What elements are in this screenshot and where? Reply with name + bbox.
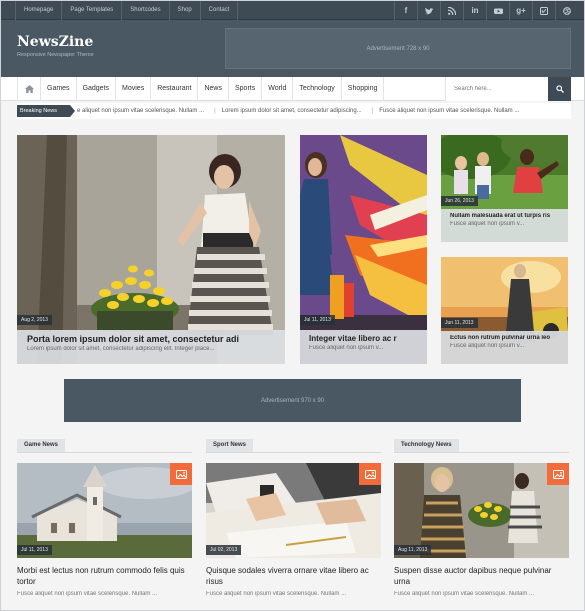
nav-item-shopping[interactable]: Shopping	[342, 77, 385, 101]
photo-icon	[359, 463, 381, 485]
ticker-separator: |	[214, 108, 216, 114]
top-link-contact[interactable]: Contact	[201, 1, 239, 20]
vimeo-icon[interactable]	[532, 1, 555, 20]
featured-right-bottom[interactable]: Jun 11, 2013 Ectus non rutrum pulvinar u…	[441, 257, 568, 364]
featured-right-bottom-title[interactable]: Ectus non rutrum pulvinar urna leo	[450, 335, 558, 341]
site-header: NewsZine Responsive Newspaper Theme Adve…	[1, 20, 584, 77]
featured-right-bottom-date: Jun 11, 2013	[441, 318, 478, 328]
section-label-sport-news[interactable]: Sport News	[206, 439, 254, 452]
sport-news-title[interactable]: Quisque sodales viverra ornare vitae lib…	[206, 565, 381, 587]
top-link-shop[interactable]: Shop	[170, 1, 201, 20]
top-bar: Homepage Page Templates Shortcodes Shop …	[1, 1, 584, 20]
twitter-icon[interactable]	[417, 1, 440, 20]
nav-item-gadgets[interactable]: Gadgets	[77, 77, 117, 101]
featured-middle-excerpt: Fusce aliquet non ipsum v...	[309, 345, 384, 351]
technology-news-date: Aug 11, 2013	[394, 545, 432, 555]
sport-news-date: Jul 02, 2013	[206, 545, 242, 555]
featured-right-top[interactable]: Jun 26, 2013 Nullam malesuada erat ut tu…	[441, 135, 568, 242]
facebook-icon[interactable]: f	[394, 1, 417, 20]
top-nav: Homepage Page Templates Shortcodes Shop …	[15, 1, 239, 20]
game-news-title[interactable]: Morbi est lectus non rutrum commodo feli…	[17, 565, 192, 587]
dribbble-icon[interactable]	[555, 1, 578, 20]
woman-flowers-photo	[394, 463, 569, 558]
top-link-homepage[interactable]: Homepage	[15, 1, 63, 20]
google-plus-icon[interactable]: g+	[509, 1, 532, 20]
section-label-technology-news[interactable]: Technology News	[394, 439, 459, 452]
breaking-news-label: Breaking News	[17, 105, 75, 117]
featured-right-top-title[interactable]: Nullam malesuada erat ut turpis ris	[450, 213, 558, 219]
rss-icon[interactable]	[440, 1, 463, 20]
search-icon	[555, 85, 564, 93]
home-icon[interactable]	[18, 77, 41, 101]
section-divider	[394, 452, 569, 453]
youtube-icon[interactable]	[486, 1, 509, 20]
ticker-separator: |	[371, 108, 374, 114]
breaking-news-ticker: e aliquet non ipsum vitae scelerisque. N…	[77, 103, 525, 119]
site-tagline: Responsive Newspaper Theme	[17, 52, 94, 58]
technology-news-image[interactable]: Aug 11, 2013	[394, 463, 569, 558]
mid-ad-banner[interactable]: Advertisement 970 x 90	[64, 379, 521, 422]
nav-item-restaurant[interactable]: Restaurant	[151, 77, 199, 101]
featured-right-top-excerpt: Fusce aliquet non ipsum v...	[450, 221, 525, 227]
featured-middle-date: Jul 11, 2013	[300, 315, 335, 325]
featured-right-top-caption: Nullam malesuada erat ut turpis ris Fusc…	[441, 209, 568, 242]
featured-middle[interactable]: Jul 11, 2013 Integer vitae libero ac r F…	[300, 135, 427, 364]
nav-item-world[interactable]: World	[262, 77, 294, 101]
social-icons: f in g+	[394, 1, 578, 20]
search-button[interactable]	[548, 77, 571, 101]
featured-middle-title[interactable]: Integer vitae libero ac r	[309, 334, 417, 343]
ticker-item[interactable]: e aliquet non ipsum vitae scelerisque. N…	[77, 103, 210, 119]
nav-item-sports[interactable]: Sports	[229, 77, 263, 101]
section-divider	[17, 452, 192, 453]
top-link-page-templates[interactable]: Page Templates	[62, 1, 123, 20]
featured-main[interactable]: Aug 2, 2013 Porta lorem ipsum dolor sit …	[17, 135, 285, 364]
breaking-news-bar: Breaking News e aliquet non ipsum vitae …	[17, 103, 571, 119]
featured-main-excerpt: Lorem ipsum dolor sit amet, consectetur …	[27, 346, 215, 352]
featured-middle-caption: Integer vitae libero ac r Fusce aliquet …	[300, 330, 427, 364]
section-label-game-news[interactable]: Game News	[17, 439, 66, 452]
featured-right-top-date: Jun 26, 2013	[441, 196, 478, 206]
game-news-excerpt: Fusce aliquet non ipsum vitae scelerisqu…	[17, 591, 158, 597]
linkedin-icon[interactable]: in	[463, 1, 486, 20]
church-photo	[17, 463, 192, 558]
featured-main-date: Aug 2, 2013	[17, 315, 52, 325]
nav-item-technology[interactable]: Technology	[293, 77, 342, 101]
header-ad-banner[interactable]: Advertisement 728 x 90	[225, 28, 571, 69]
ticker-item[interactable]: Fusce aliquet non ipsum vitae scelerisqu…	[379, 103, 525, 119]
technology-news-excerpt: Fusce aliquet non ipsum vitae scelerisqu…	[394, 591, 535, 597]
ticker-item[interactable]: Lorem ipsum dolor sit amet, consectetur …	[222, 103, 368, 119]
section-divider	[206, 452, 381, 453]
sport-news-excerpt: Fusce aliquet non ipsum vitae scelerisqu…	[206, 591, 347, 597]
featured-right-bottom-caption: Ectus non rutrum pulvinar urna leo Fusce…	[441, 331, 568, 364]
game-news-date: Jul 11, 2013	[17, 545, 52, 555]
technology-news-title[interactable]: Suspen disse auctor dapibus neque pulvin…	[394, 565, 569, 587]
featured-main-title[interactable]: Porta lorem ipsum dolor sit amet, consec…	[27, 334, 275, 344]
featured-main-caption: Porta lorem ipsum dolor sit amet, consec…	[17, 330, 285, 364]
site-logo[interactable]: NewsZine	[17, 34, 93, 50]
search-input[interactable]	[446, 77, 548, 101]
page: Homepage Page Templates Shortcodes Shop …	[0, 0, 585, 611]
nav-item-news[interactable]: News	[198, 77, 229, 101]
sport-news-image[interactable]: Jul 02, 2013	[206, 463, 381, 558]
main-menu: Games Gadgets Movies Restaurant News Spo…	[17, 77, 385, 101]
nav-item-games[interactable]: Games	[41, 77, 77, 101]
main-nav: Games Gadgets Movies Restaurant News Spo…	[1, 77, 584, 101]
stamp-photo	[206, 463, 381, 558]
search-box	[445, 77, 548, 101]
nav-item-movies[interactable]: Movies	[116, 77, 152, 101]
game-news-image[interactable]: Jul 11, 2013	[17, 463, 192, 558]
top-link-shortcodes[interactable]: Shortcodes	[122, 1, 170, 20]
photo-icon	[170, 463, 192, 485]
featured-right-bottom-excerpt: Fusce aliquet non ipsum v...	[450, 343, 525, 349]
photo-icon	[547, 463, 569, 485]
